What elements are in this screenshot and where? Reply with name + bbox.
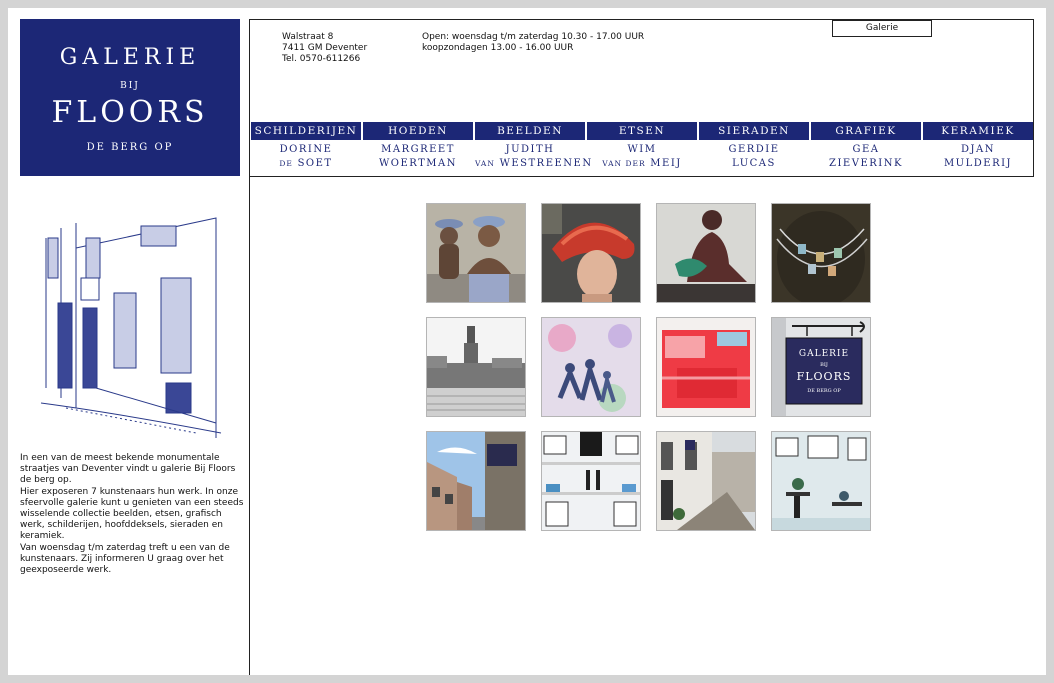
nav-col-hoeden[interactable]: HOEDEN MARGREET WOERTMAN: [363, 122, 473, 174]
header-box: Walstraat 8 7411 GM Deventer Tel. 0570-6…: [249, 19, 1034, 177]
thumb-necklace[interactable]: [771, 203, 871, 303]
nav-col-beelden[interactable]: BEELDEN JUDITH VAN WESTREENEN: [475, 122, 591, 174]
nav-col-keramiek[interactable]: KERAMIEK DJAN MULDERIJ: [923, 122, 1033, 174]
category-nav: SCHILDERIJEN DORINE DE SOET HOEDEN MARGR…: [250, 122, 1033, 174]
sign-line-floors: FLOORS: [797, 370, 852, 383]
nav-category[interactable]: HOEDEN: [363, 122, 473, 140]
nav-category[interactable]: KERAMIEK: [923, 122, 1033, 140]
galerie-button[interactable]: Galerie: [832, 20, 932, 37]
nav-artist-last[interactable]: DE SOET: [251, 157, 361, 171]
nav-artist-first[interactable]: DJAN: [923, 143, 1033, 157]
nav-artist-first[interactable]: JUDITH: [475, 143, 585, 157]
address-city: 7411 GM Deventer: [282, 43, 368, 53]
logo-line-galerie: GALERIE: [59, 45, 201, 70]
address-phone: Tel. 0570-611266: [282, 54, 361, 64]
nav-artist-last[interactable]: LUCAS: [699, 157, 809, 171]
nav-artist-surname: WESTREENEN: [499, 158, 593, 169]
sign-line-galerie: GALERIE: [799, 349, 849, 359]
nav-col-etsen[interactable]: ETSEN WIM VAN DER MEIJ: [587, 122, 697, 174]
nav-col-schilderijen[interactable]: SCHILDERIJEN DORINE DE SOET: [251, 122, 361, 174]
nav-category[interactable]: ETSEN: [587, 122, 697, 140]
nav-category[interactable]: SCHILDERIJEN: [251, 122, 361, 140]
nav-artist-first[interactable]: GERDIE: [699, 143, 809, 157]
nav-artist-surname: MULDERIJ: [943, 158, 1013, 169]
thumb-gallery-interior[interactable]: [771, 431, 871, 531]
thumb-red-abstract[interactable]: [656, 317, 756, 417]
nav-artist-last[interactable]: VAN DER MEIJ: [587, 157, 697, 171]
thumb-gallery-shelves[interactable]: [541, 431, 641, 531]
address-street: Walstraat 8: [282, 32, 334, 42]
nav-col-sieraden[interactable]: SIERADEN GERDIE LUCAS: [699, 122, 809, 174]
thumb-street-view[interactable]: [426, 431, 526, 531]
nav-col-grafiek[interactable]: GRAFIEK GEA ZIEVERINK: [811, 122, 921, 174]
nav-artist-surname: ZIEVERINK: [829, 158, 903, 169]
nav-artist-first[interactable]: WIM: [587, 143, 697, 157]
nav-artist-prefix: VAN DER: [602, 159, 646, 168]
nav-artist-first[interactable]: MARGREET: [363, 143, 473, 157]
nav-artist-last[interactable]: MULDERIJ: [923, 157, 1033, 171]
nav-artist-surname: SOET: [297, 158, 333, 169]
nav-artist-prefix: VAN: [475, 159, 495, 168]
thumb-gallery-sign[interactable]: GALERIE BIJ FLOORS DE BERG OP: [771, 317, 871, 417]
opening-hours: Open: woensdag t/m zaterdag 10.30 - 17.0…: [422, 32, 644, 54]
intro-text: In een van de meest bekende monumentale …: [20, 453, 245, 576]
thumb-dancing-figures-painting[interactable]: [541, 317, 641, 417]
sign-line-de-berg-op: DE BERG OP: [807, 388, 841, 394]
nav-artist-last[interactable]: VAN WESTREENEN: [475, 157, 591, 171]
intro-paragraph: Van woensdag t/m zaterdag treft u een va…: [20, 542, 230, 576]
sign-line-bij: BIJ: [820, 362, 828, 368]
nav-artist-first[interactable]: DORINE: [251, 143, 361, 157]
nav-category[interactable]: BEELDEN: [475, 122, 585, 140]
page-frame: GALERIE BIJ FLOORS DE BERG OP In een van…: [8, 8, 1046, 675]
nav-artist-surname: LUCAS: [732, 158, 776, 169]
intro-paragraph: Hier exposeren 7 kunstenaars hun werk. I…: [20, 486, 244, 542]
thumb-seated-sculpture[interactable]: [656, 203, 756, 303]
logo-line-bij: BIJ: [120, 81, 140, 91]
thumb-ceramic-figures[interactable]: [426, 203, 526, 303]
nav-artist-last[interactable]: WOERTMAN: [363, 157, 473, 171]
thumb-deventer-etching[interactable]: [426, 317, 526, 417]
address-block: Walstraat 8 7411 GM Deventer Tel. 0570-6…: [282, 32, 367, 65]
nav-category[interactable]: SIERADEN: [699, 122, 809, 140]
hours-weekdays: Open: woensdag t/m zaterdag 10.30 - 17.0…: [422, 32, 645, 42]
logo-line-floors: FLOORS: [51, 95, 209, 130]
nav-artist-last[interactable]: ZIEVERINK: [811, 157, 921, 171]
logo-line-de-berg-op: DE BERG OP: [86, 142, 174, 153]
street-drawing-image: [40, 217, 222, 438]
thumb-red-hat[interactable]: [541, 203, 641, 303]
thumb-street-facade[interactable]: [656, 431, 756, 531]
nav-artist-surname: MEIJ: [650, 158, 682, 169]
nav-artist-first[interactable]: GEA: [811, 143, 921, 157]
gallery-logo[interactable]: GALERIE BIJ FLOORS DE BERG OP: [20, 19, 240, 176]
nav-category[interactable]: GRAFIEK: [811, 122, 921, 140]
hours-sundays: koopzondagen 13.00 - 16.00 UUR: [422, 43, 574, 53]
nav-artist-prefix: DE: [279, 159, 293, 168]
intro-paragraph: In een van de meest bekende monumentale …: [20, 453, 236, 486]
nav-artist-surname: WOERTMAN: [378, 158, 457, 169]
